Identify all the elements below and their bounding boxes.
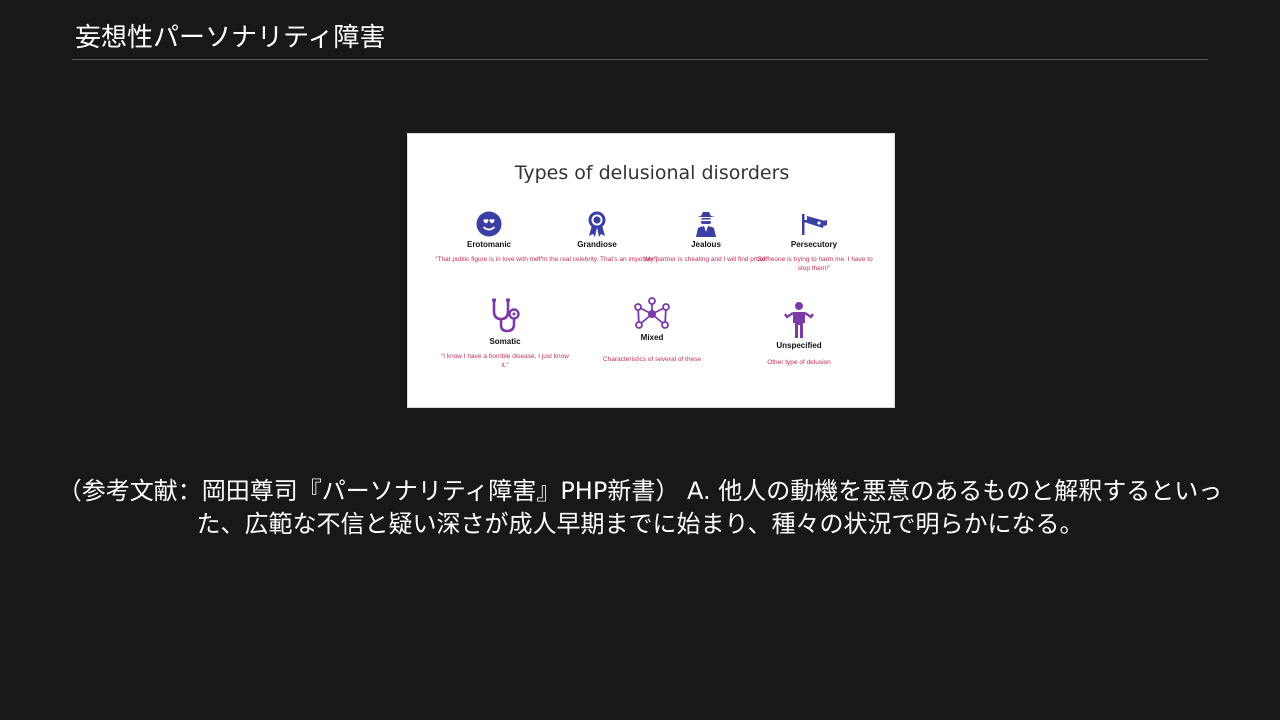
slide-title: Types of delusional disorders (514, 162, 790, 184)
item-description: “Someone is trying to harm me. I have to… (755, 256, 873, 272)
award-ribbon-icon (588, 211, 606, 237)
detective-icon (696, 212, 716, 237)
item-name: Mixed (640, 333, 664, 342)
security-camera-icon (802, 214, 827, 235)
subtitle-caption: （参考文献：岡田尊司『パーソナリティ障害』PHP新書） A. 他人の動機を悪意の… (57, 477, 1223, 538)
item-persecutory: Persecutory “Someone is trying to harm m… (749, 210, 879, 273)
item-description: Characteristics of several of these (603, 356, 701, 363)
item-mixed: Mixed Characteristics of several of thes… (587, 297, 717, 364)
item-name: Persecutory (790, 240, 838, 249)
title-divider (72, 59, 1208, 60)
item-somatic: Somatic “I know I have a horrible diseas… (440, 297, 570, 370)
heart-eyes-face-icon (476, 211, 502, 237)
person-shrug-icon (784, 302, 814, 338)
item-name: Somatic (489, 337, 521, 346)
slide-image: Types of delusional disorders Erotomanic… (407, 133, 895, 408)
stethoscope-icon (492, 298, 520, 333)
item-description: “I know I have a horrible disease, I jus… (441, 353, 569, 369)
item-unspecified: Unspecified Other type of delusion (734, 301, 864, 367)
item-name: Unspecified (776, 341, 822, 350)
page-title: 妄想性パーソナリティ障害 (75, 23, 386, 53)
network-icon (634, 297, 670, 329)
video-frame: 妄想性パーソナリティ障害 Types of delusional disorde… (0, 0, 1280, 720)
item-description: Other type of delusion (767, 359, 831, 366)
